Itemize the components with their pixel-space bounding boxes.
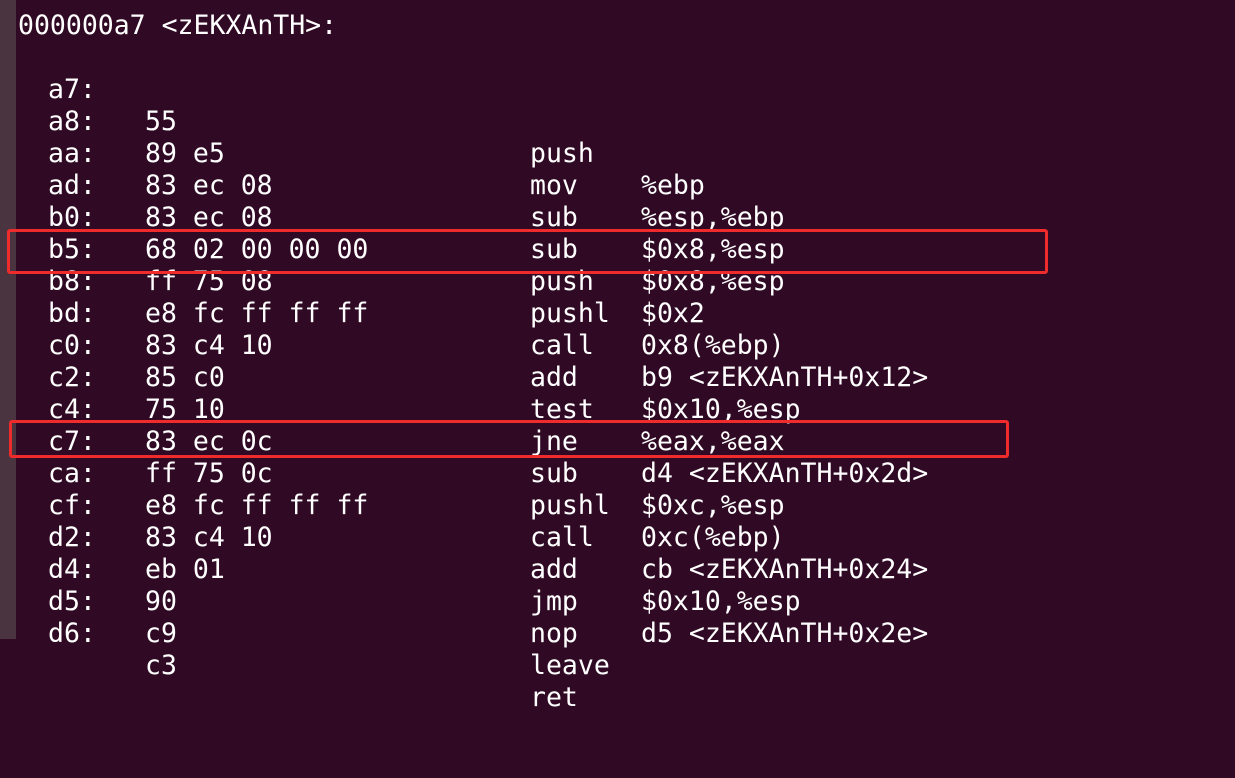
- instruction-row: cf: 83 c4 10 add $0x10,%esp: [0, 458, 801, 617]
- instruction-bytes: c9: [145, 618, 177, 649]
- function-header: 000000a7 <zEKXAnTH>:: [18, 10, 338, 41]
- terminal-window[interactable]: 000000a7 <zEKXAnTH>: a7: 55 push %ebp a8…: [0, 0, 1235, 713]
- instruction-bytes: 83 c4 10: [145, 522, 273, 553]
- instruction-operands: d4 <zEKXAnTH+0x2d>: [641, 458, 929, 489]
- instruction-mnemonic: leave: [530, 650, 610, 681]
- instruction-row: c0: 85 c0 test %eax,%eax: [0, 298, 785, 457]
- instruction-bytes: 83 c4 10: [145, 330, 273, 361]
- instruction-mnemonic: add: [530, 362, 578, 393]
- instruction-operands: d5 <zEKXAnTH+0x2e>: [641, 618, 929, 649]
- instruction-mnemonic: sub: [530, 202, 578, 233]
- instruction-row: b0: 68 02 00 00 00 push $0x2: [0, 170, 705, 329]
- instruction-mnemonic: jne: [530, 426, 578, 457]
- instruction-mnemonic: push: [530, 138, 594, 169]
- instruction-bytes: 75 10: [145, 394, 225, 425]
- instruction-row: d4: 90 nop: [0, 522, 578, 649]
- instruction-bytes: 83 ec 08: [145, 170, 273, 201]
- instruction-row: ad: 83 ec 08 sub $0x8,%esp: [0, 138, 785, 297]
- instruction-operands: $0x2: [641, 298, 705, 329]
- instruction-mnemonic: call: [530, 522, 594, 553]
- instruction-row-highlighted: b8: e8 fc ff ff ff call b9 <zEKXAnTH+0x1…: [0, 234, 928, 393]
- instruction-row: c2: 75 10 jne d4 <zEKXAnTH+0x2d>: [0, 330, 928, 489]
- instruction-bytes: c3: [145, 650, 177, 681]
- instruction-operands: b9 <zEKXAnTH+0x12>: [641, 362, 929, 393]
- instruction-operands: $0x10,%esp: [641, 586, 801, 617]
- instruction-mnemonic: ret: [530, 682, 578, 713]
- instruction-mnemonic: push: [530, 266, 594, 297]
- instruction-row: c4: 83 ec 0c sub $0xc,%esp: [0, 362, 785, 521]
- instruction-operands: $0xc,%esp: [641, 490, 785, 521]
- instruction-bytes: eb 01: [145, 554, 225, 585]
- instruction-operands: 0xc(%ebp): [641, 522, 785, 553]
- instruction-row: a7: 55 push %ebp: [0, 42, 705, 201]
- instruction-operands: %eax,%eax: [641, 426, 785, 457]
- instruction-mnemonic: test: [530, 394, 594, 425]
- instruction-mnemonic: mov: [530, 170, 578, 201]
- instruction-mnemonic: add: [530, 554, 578, 585]
- instruction-bytes: 55: [145, 106, 177, 137]
- instruction-operands: $0x8,%esp: [641, 234, 785, 265]
- instruction-mnemonic: pushl: [530, 490, 610, 521]
- instruction-operands: cb <zEKXAnTH+0x24>: [641, 554, 929, 585]
- instruction-mnemonic: pushl: [530, 298, 610, 329]
- instruction-mnemonic: call: [530, 330, 594, 361]
- instruction-operands: %ebp: [641, 170, 705, 201]
- instruction-bytes: e8 fc ff ff ff: [145, 490, 369, 521]
- instruction-row: bd: 83 c4 10 add $0x10,%esp: [0, 266, 801, 425]
- instruction-row: a8: 89 e5 mov %esp,%ebp: [0, 74, 785, 233]
- instruction-bytes: 68 02 00 00 00: [145, 234, 369, 265]
- instruction-bytes: 90: [145, 586, 177, 617]
- instruction-bytes: ff 75 0c: [145, 458, 273, 489]
- instruction-address: d6:: [48, 618, 96, 649]
- instruction-bytes: ff 75 08: [145, 266, 273, 297]
- instruction-mnemonic: sub: [530, 234, 578, 265]
- instruction-operands: 0x8(%ebp): [641, 330, 785, 361]
- instruction-operands: $0x10,%esp: [641, 394, 801, 425]
- instruction-mnemonic: jmp: [530, 586, 578, 617]
- instruction-bytes: e8 fc ff ff ff: [145, 298, 369, 329]
- instruction-mnemonic: sub: [530, 458, 578, 489]
- instruction-row: d2: eb 01 jmp d5 <zEKXAnTH+0x2e>: [0, 490, 928, 649]
- instruction-operands: %esp,%ebp: [641, 202, 785, 233]
- instruction-row: d5: c9 leave: [0, 554, 610, 681]
- instruction-operands: $0x8,%esp: [641, 266, 785, 297]
- instruction-row: c7: ff 75 0c pushl 0xc(%ebp): [0, 394, 785, 553]
- instruction-bytes: 89 e5: [145, 138, 225, 169]
- instruction-mnemonic: nop: [530, 618, 578, 649]
- instruction-row: b5: ff 75 08 pushl 0x8(%ebp): [0, 202, 785, 361]
- instruction-row-highlighted: ca: e8 fc ff ff ff call cb <zEKXAnTH+0x2…: [0, 426, 928, 585]
- instruction-bytes: 85 c0: [145, 362, 225, 393]
- instruction-row: aa: 83 ec 08 sub $0x8,%esp: [0, 106, 785, 265]
- instruction-bytes: 83 ec 08: [145, 202, 273, 233]
- instruction-row: d6: c3 ret: [0, 586, 578, 713]
- instruction-bytes: 83 ec 0c: [145, 426, 273, 457]
